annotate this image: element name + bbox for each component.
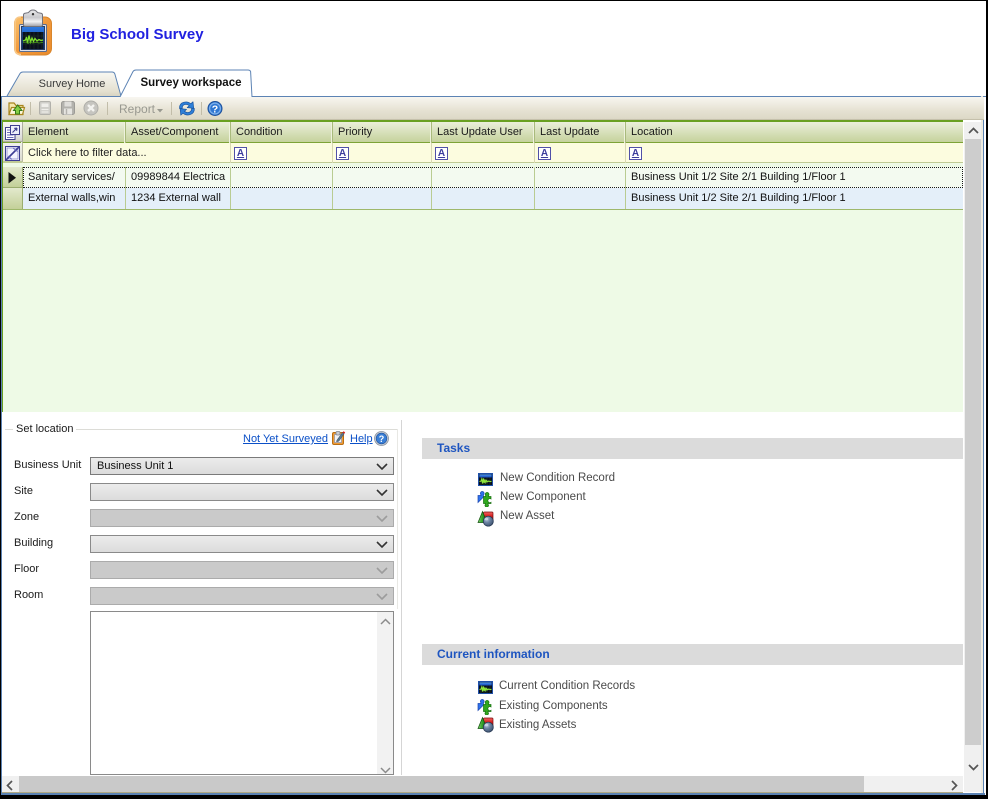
svg-text:?: ?	[379, 434, 385, 444]
svg-text:?: ?	[212, 104, 218, 116]
